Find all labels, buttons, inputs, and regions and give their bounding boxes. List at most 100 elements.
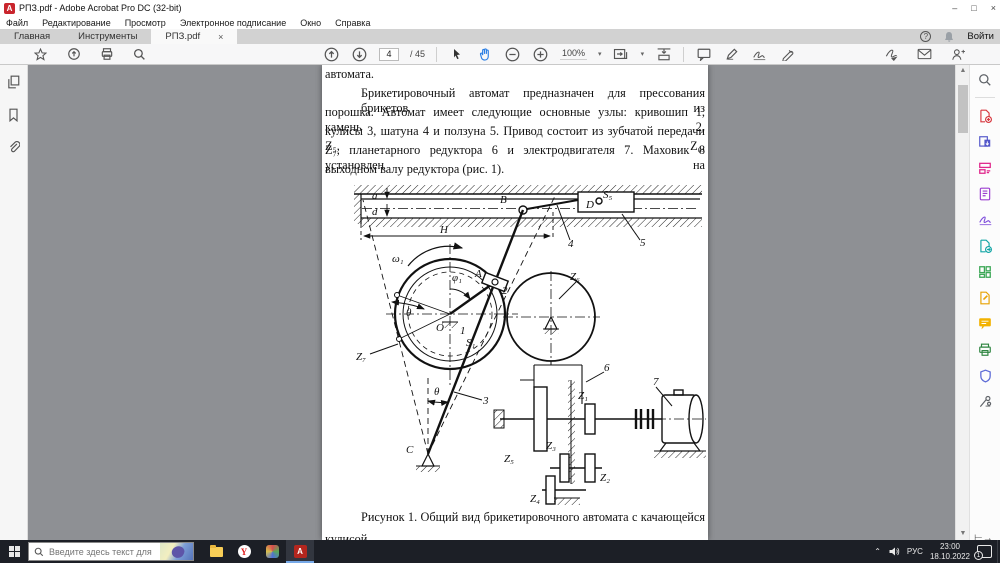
- scan-ocr-icon[interactable]: [977, 185, 994, 202]
- page-number-input[interactable]: [379, 48, 399, 61]
- acrobat-icon: A: [294, 545, 307, 558]
- diagram-label: θ: [434, 386, 440, 398]
- acrobat-app-icon: A: [4, 3, 15, 14]
- tab-home[interactable]: Главная: [0, 29, 64, 44]
- toolbar-divider: [436, 47, 437, 62]
- pencil-edit-icon[interactable]: [723, 46, 740, 63]
- file-explorer-button[interactable]: [202, 540, 230, 563]
- prepare-form-icon[interactable]: [977, 289, 994, 306]
- zoom-in-icon[interactable]: [532, 46, 549, 63]
- document-viewport[interactable]: автомата. Брикетировочный автомат предна…: [28, 65, 955, 540]
- volume-icon[interactable]: [888, 546, 900, 557]
- diagram-label: C: [406, 444, 414, 456]
- fill-sign-tool-icon[interactable]: [977, 211, 994, 228]
- fit-width-icon[interactable]: [655, 46, 672, 63]
- notification-bell-icon[interactable]: [943, 31, 955, 43]
- search-highlight-image[interactable]: [160, 543, 193, 560]
- email-icon[interactable]: [916, 46, 933, 63]
- search-icon[interactable]: [131, 46, 148, 63]
- fit-dropdown-caret-icon[interactable]: ▾: [641, 50, 645, 58]
- vertical-scrollbar[interactable]: ▲ ▼: [955, 65, 969, 540]
- fit-page-icon[interactable]: [613, 46, 630, 63]
- previous-page-icon[interactable]: [323, 46, 340, 63]
- tab-close-icon[interactable]: ×: [218, 32, 223, 42]
- search-tools-icon[interactable]: [977, 71, 994, 88]
- diagram-label: Z₆: [570, 271, 580, 283]
- scroll-up-icon[interactable]: ▲: [956, 65, 970, 77]
- hand-tool-icon[interactable]: [476, 46, 493, 63]
- system-tray: ⌃ РУС 23:00 18.10.2022 1: [874, 540, 1000, 563]
- zoom-level-value[interactable]: 100%: [560, 48, 587, 60]
- more-tools-icon[interactable]: [977, 393, 994, 410]
- select-cursor-icon[interactable]: [448, 46, 465, 63]
- organize-pages-icon[interactable]: [977, 263, 994, 280]
- attachments-paperclip-icon[interactable]: [8, 141, 20, 158]
- favorite-star-icon[interactable]: [32, 46, 49, 63]
- menu-help[interactable]: Справка: [335, 18, 370, 28]
- scrollbar-thumb[interactable]: [958, 85, 968, 133]
- tab-tools[interactable]: Инструменты: [64, 29, 151, 44]
- zoom-out-icon[interactable]: [504, 46, 521, 63]
- yandex-browser-button[interactable]: Y: [230, 540, 258, 563]
- stamp-tool-icon[interactable]: [779, 46, 796, 63]
- diagram-label: 5: [640, 237, 646, 249]
- tab-document[interactable]: РПЗ.pdf ×: [151, 29, 237, 44]
- menu-edit[interactable]: Редактирование: [42, 18, 111, 28]
- diagram-label: φ₁: [452, 272, 462, 284]
- folder-icon: [210, 547, 223, 557]
- body-text-line: Z₇, планетарного редуктора 6 и электродв…: [325, 143, 705, 162]
- close-button[interactable]: ×: [991, 3, 996, 13]
- figure-caption-line2: кулисой.: [325, 532, 705, 540]
- diagram-label: S₁: [466, 337, 476, 349]
- tools-panel: [969, 65, 1000, 540]
- gear-train-group: [494, 361, 662, 505]
- sign-link-icon[interactable]: [883, 46, 900, 63]
- hidden-icons-caret[interactable]: ⌃: [874, 547, 881, 556]
- menu-view[interactable]: Просмотр: [125, 18, 166, 28]
- tabbar-right-group: ? Войти: [920, 29, 994, 44]
- add-user-icon[interactable]: [949, 46, 966, 63]
- comment-tool-icon[interactable]: [977, 315, 994, 332]
- sign-in-button[interactable]: Войти: [967, 31, 994, 42]
- protect-shield-icon[interactable]: [977, 367, 994, 384]
- share-upload-icon[interactable]: [65, 46, 82, 63]
- edit-pdf-icon[interactable]: [977, 159, 994, 176]
- clock-date: 18.10.2022: [930, 552, 970, 562]
- diagram-label: Z₅: [504, 453, 514, 465]
- scroll-down-icon[interactable]: ▼: [956, 528, 970, 540]
- yandex-icon: Y: [238, 545, 251, 558]
- diagram-label: H: [439, 224, 449, 236]
- menu-window[interactable]: Окно: [300, 18, 321, 28]
- clock[interactable]: 23:00 18.10.2022: [930, 542, 970, 561]
- taskbar-search-input[interactable]: [49, 547, 154, 557]
- menu-esign[interactable]: Электронное подписание: [180, 18, 286, 28]
- bookmarks-icon[interactable]: [8, 108, 19, 125]
- help-icon[interactable]: ?: [920, 31, 931, 42]
- comment-bubble-icon[interactable]: [695, 46, 712, 63]
- diagram-label: 3: [482, 395, 489, 407]
- start-button[interactable]: [0, 540, 28, 563]
- title-bar: A РПЗ.pdf - Adobe Acrobat Pro DC (32-bit…: [0, 0, 1000, 16]
- next-page-icon[interactable]: [351, 46, 368, 63]
- window-title: РПЗ.pdf - Adobe Acrobat Pro DC (32-bit): [19, 3, 181, 13]
- print-production-icon[interactable]: [977, 341, 994, 358]
- request-signatures-icon[interactable]: [977, 237, 994, 254]
- minimize-button[interactable]: –: [952, 3, 957, 13]
- app-shortcut-button[interactable]: [258, 540, 286, 563]
- figure-1: adBDS₅54Hω₁φ₁AθθO1S₁2Z₇Z₆Z₅3C6Z₁Z₂Z₃Z₄7: [350, 182, 706, 506]
- create-pdf-icon[interactable]: [977, 107, 994, 124]
- diagram-label: θ: [406, 307, 412, 319]
- menu-file[interactable]: Файл: [6, 18, 28, 28]
- zoom-dropdown-caret-icon[interactable]: ▾: [598, 50, 602, 58]
- taskbar-search[interactable]: [28, 542, 194, 561]
- maximize-button[interactable]: □: [971, 3, 976, 13]
- language-indicator[interactable]: РУС: [907, 547, 923, 556]
- fill-sign-pen-icon[interactable]: [751, 46, 768, 63]
- export-pdf-icon[interactable]: [977, 133, 994, 150]
- print-icon[interactable]: [98, 46, 115, 63]
- diagram-label: Z₁: [578, 390, 588, 402]
- guide-rail-group: [354, 185, 702, 227]
- page-thumbnails-icon[interactable]: [7, 75, 20, 92]
- acrobat-taskbar-button[interactable]: A: [286, 540, 314, 563]
- notification-center-icon[interactable]: 1: [977, 545, 992, 558]
